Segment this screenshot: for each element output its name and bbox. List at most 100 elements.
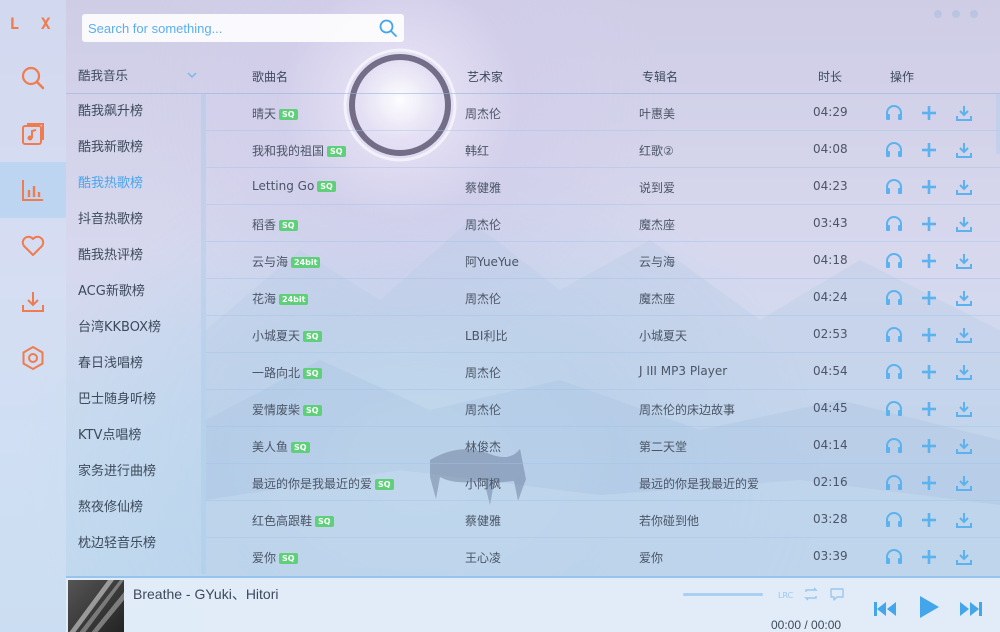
listen-icon[interactable]	[884, 399, 904, 419]
listen-icon[interactable]	[884, 510, 904, 530]
listen-icon[interactable]	[884, 140, 904, 160]
listen-icon[interactable]	[884, 251, 904, 271]
add-icon[interactable]	[919, 362, 939, 382]
add-icon[interactable]	[919, 473, 939, 493]
table-row[interactable]: 红色高跟鞋 SQ 蔡健雅 若你碰到他 03:28	[206, 501, 1000, 538]
download-icon[interactable]	[954, 325, 974, 345]
table-row[interactable]: 爱情废柴 SQ 周杰伦 周杰伦的床边故事 04:45	[206, 390, 1000, 427]
table-row[interactable]: 云与海 24bit 阿YueYue 云与海 04:18	[206, 242, 1000, 279]
add-icon[interactable]	[919, 436, 939, 456]
leaderboard-item[interactable]: ACG新歌榜	[66, 274, 206, 310]
leaderboard-item[interactable]: 春日浅唱榜	[66, 346, 206, 382]
add-icon[interactable]	[919, 214, 939, 234]
album-cell[interactable]: J III MP3 Player	[639, 364, 727, 378]
table-row[interactable]: 花海 24bit 周杰伦 魔杰座 04:24	[206, 279, 1000, 316]
artist-cell[interactable]: 蔡健雅	[465, 512, 501, 529]
search-input[interactable]	[88, 20, 378, 36]
lyrics-icon[interactable]: LRC	[777, 586, 793, 602]
artist-cell[interactable]: 林俊杰	[465, 438, 501, 455]
add-icon[interactable]	[919, 288, 939, 308]
leaderboard-item[interactable]: 酷我热歌榜	[66, 166, 206, 202]
download-icon[interactable]	[954, 399, 974, 419]
album-cell[interactable]: 最远的你是我最近的爱	[639, 475, 759, 492]
album-cell[interactable]: 云与海	[639, 253, 675, 270]
artist-cell[interactable]: 周杰伦	[465, 105, 501, 122]
album-cell[interactable]: 魔杰座	[639, 216, 675, 233]
source-selector[interactable]: 酷我音乐	[66, 56, 206, 94]
download-icon[interactable]	[954, 103, 974, 123]
leaderboard-item[interactable]: 酷我热评榜	[66, 238, 206, 274]
download-icon[interactable]	[954, 547, 974, 567]
listen-icon[interactable]	[884, 288, 904, 308]
repeat-icon[interactable]	[803, 586, 819, 602]
table-row[interactable]: 我和我的祖国 SQ 韩红 红歌② 04:08	[206, 131, 1000, 168]
table-row[interactable]: 爱你 SQ 王心凌 爱你 03:39	[206, 538, 1000, 574]
leaderboard-item[interactable]: 熬夜修仙榜	[66, 490, 206, 526]
leaderboard-item[interactable]: 台湾KKBOX榜	[66, 310, 206, 346]
nav-music-list-icon[interactable]	[0, 106, 66, 162]
album-cell[interactable]: 说到爱	[639, 179, 675, 196]
download-icon[interactable]	[954, 362, 974, 382]
table-row[interactable]: 美人鱼 SQ 林俊杰 第二天堂 04:14	[206, 427, 1000, 464]
artist-cell[interactable]: 周杰伦	[465, 290, 501, 307]
album-cell[interactable]: 第二天堂	[639, 438, 687, 455]
table-row[interactable]: 稻香 SQ 周杰伦 魔杰座 03:43	[206, 205, 1000, 242]
album-cell[interactable]: 小城夏天	[639, 327, 687, 344]
download-icon[interactable]	[954, 473, 974, 493]
download-icon[interactable]	[954, 436, 974, 456]
artist-cell[interactable]: 小阿枫	[465, 475, 501, 492]
artist-cell[interactable]: 周杰伦	[465, 216, 501, 233]
add-icon[interactable]	[919, 103, 939, 123]
leaderboard-item[interactable]: 酷我新歌榜	[66, 130, 206, 166]
add-icon[interactable]	[919, 251, 939, 271]
leaderboard-item[interactable]: 巴士随身听榜	[66, 382, 206, 418]
download-icon[interactable]	[954, 251, 974, 271]
minimize-button[interactable]	[934, 10, 942, 18]
album-cell[interactable]: 若你碰到他	[639, 512, 699, 529]
download-icon[interactable]	[954, 510, 974, 530]
leaderboard-item[interactable]: 酷我飙升榜	[66, 94, 206, 130]
album-cell[interactable]: 周杰伦的床边故事	[639, 401, 735, 418]
leaderboard-item[interactable]: 抖音热歌榜	[66, 202, 206, 238]
artist-cell[interactable]: 阿YueYue	[465, 253, 519, 270]
play-button[interactable]	[913, 592, 943, 626]
nav-search-icon[interactable]	[0, 50, 66, 106]
add-icon[interactable]	[919, 177, 939, 197]
add-icon[interactable]	[919, 510, 939, 530]
nav-download-icon[interactable]	[0, 274, 66, 330]
search-icon[interactable]	[378, 18, 398, 38]
nav-settings-icon[interactable]	[0, 330, 66, 386]
album-cell[interactable]: 红歌②	[639, 142, 674, 159]
leaderboard-item[interactable]: 枕边轻音乐榜	[66, 526, 206, 562]
album-cell[interactable]: 魔杰座	[639, 290, 675, 307]
album-cover[interactable]	[68, 580, 124, 632]
nav-leaderboard-icon[interactable]	[0, 162, 66, 218]
volume-slider[interactable]	[683, 593, 763, 596]
table-row[interactable]: 晴天 SQ 周杰伦 叶惠美 04:29	[206, 94, 1000, 131]
artist-cell[interactable]: 蔡健雅	[465, 179, 501, 196]
artist-cell[interactable]: 王心凌	[465, 549, 501, 566]
nav-heart-icon[interactable]	[0, 218, 66, 274]
artist-cell[interactable]: LBI利比	[465, 327, 507, 344]
leaderboard-item[interactable]: KTV点唱榜	[66, 418, 206, 454]
comment-icon[interactable]	[829, 586, 845, 602]
table-row[interactable]: 一路向北 SQ 周杰伦 J III MP3 Player 04:54	[206, 353, 1000, 390]
listen-icon[interactable]	[884, 325, 904, 345]
maximize-button[interactable]	[952, 10, 960, 18]
table-row[interactable]: 小城夏天 SQ LBI利比 小城夏天 02:53	[206, 316, 1000, 353]
download-icon[interactable]	[954, 214, 974, 234]
listen-icon[interactable]	[884, 214, 904, 234]
add-icon[interactable]	[919, 399, 939, 419]
leaderboard-item[interactable]: 家务进行曲榜	[66, 454, 206, 490]
table-scrollbar[interactable]	[996, 94, 1000, 154]
artist-cell[interactable]: 韩红	[465, 142, 489, 159]
listen-icon[interactable]	[884, 547, 904, 567]
add-icon[interactable]	[919, 325, 939, 345]
artist-cell[interactable]: 周杰伦	[465, 401, 501, 418]
listen-icon[interactable]	[884, 473, 904, 493]
listen-icon[interactable]	[884, 362, 904, 382]
previous-icon[interactable]	[871, 595, 899, 623]
album-cell[interactable]: 叶惠美	[639, 105, 675, 122]
listen-icon[interactable]	[884, 103, 904, 123]
table-row[interactable]: Letting Go SQ 蔡健雅 说到爱 04:23	[206, 168, 1000, 205]
